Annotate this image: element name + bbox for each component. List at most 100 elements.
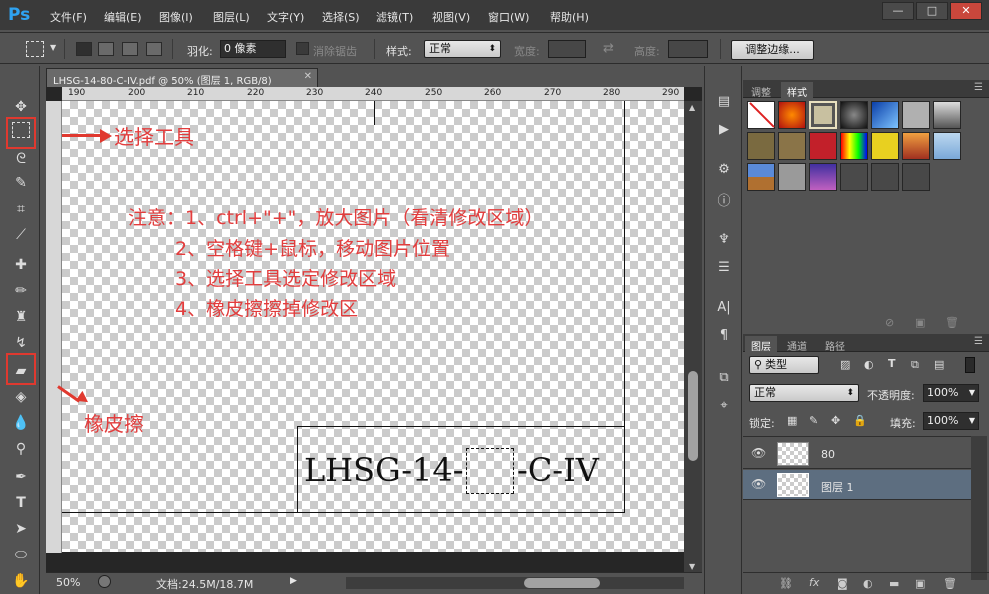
lock-transparency-icon[interactable]: ▦ [787,414,797,427]
menu-edit[interactable]: 编辑(E) [104,9,142,25]
blend-mode-select[interactable]: 正常 ⬍ [749,384,859,402]
style-swatch[interactable] [840,132,868,160]
style-swatch[interactable] [747,163,775,191]
properties-icon[interactable]: ⚙ [714,162,734,180]
close-icon[interactable]: ✕ [304,71,312,82]
filter-adjust-icon[interactable]: ◐ [864,358,874,371]
panel-menu-icon[interactable]: ☰ [974,336,983,347]
hand-tool-icon[interactable]: ✋ [10,570,32,592]
menu-select[interactable]: 选择(S) [322,9,360,25]
lasso-tool-icon[interactable]: ᘓ [10,148,32,170]
path-select-tool-icon[interactable]: ➤ [10,518,32,540]
scroll-down-icon[interactable]: ▼ [689,562,695,571]
filter-shape-icon[interactable]: ⧉ [911,358,919,372]
style-swatch[interactable] [809,101,837,129]
selection-marquee[interactable] [466,448,514,494]
opacity-input[interactable]: 100% ▼ [923,384,979,402]
style-swatch[interactable] [778,163,806,191]
tool-presets-icon[interactable]: ⌖ [714,398,734,416]
paragraph-icon[interactable]: ¶ [714,328,734,346]
style-swatch[interactable] [902,101,930,129]
marquee-preset-icon[interactable] [26,41,44,57]
horizontal-scrollbar[interactable] [346,577,684,589]
tab-adjustments[interactable]: 调整 [745,82,777,99]
fx-icon[interactable]: fx [809,576,819,589]
type-tool-icon[interactable]: T [10,492,32,514]
filter-smart-icon[interactable]: ▤ [934,358,944,371]
add-selection-icon[interactable] [98,42,114,56]
tab-styles[interactable]: 样式 [781,82,813,99]
style-swatch[interactable] [747,132,775,160]
new-layer-icon[interactable]: ▣ [915,577,925,590]
style-swatch[interactable] [871,132,899,160]
antialias-checkbox[interactable] [296,42,309,55]
restore-button[interactable]: □ [916,2,948,20]
style-swatch[interactable] [933,132,961,160]
layer-row[interactable]: 👁 80 [743,439,971,469]
lock-paint-icon[interactable]: ✎ [809,414,818,427]
lock-position-icon[interactable]: ✥ [831,414,840,427]
vertical-scroll-thumb[interactable] [688,371,698,461]
info-icon[interactable]: ⓘ [714,190,734,209]
panel-menu-icon[interactable]: ☰ [974,82,983,93]
style-swatch[interactable] [778,132,806,160]
character-icon[interactable]: A| [714,300,734,318]
brush-settings-icon[interactable]: ☰ [714,260,734,278]
brush-tool-icon[interactable]: ✏ [10,280,32,302]
ellipse-tool-icon[interactable]: ⬭ [10,544,32,566]
style-swatch[interactable] [933,101,961,129]
status-info-icon[interactable] [98,575,111,588]
subtract-selection-icon[interactable] [122,42,138,56]
clone-source-icon[interactable]: ⧉ [714,370,734,388]
style-swatch[interactable] [871,101,899,129]
lock-all-icon[interactable]: 🔒 [853,414,867,427]
link-layers-icon[interactable]: ⛓ [779,577,793,590]
menu-file[interactable]: 文件(F) [50,9,87,25]
dodge-tool-icon[interactable]: ⚲ [10,438,32,460]
chevron-down-icon[interactable]: ▼ [50,43,56,52]
eye-icon[interactable]: 👁 [751,477,766,491]
menu-view[interactable]: 视图(V) [432,9,470,25]
new-style-icon[interactable]: ▣ [915,316,925,329]
healing-brush-tool-icon[interactable]: ✚ [10,254,32,276]
scroll-up-icon[interactable]: ▲ [689,103,695,112]
style-swatch[interactable] [840,101,868,129]
width-input[interactable] [548,40,586,58]
zoom-level[interactable]: 50% [56,576,80,589]
clear-style-icon[interactable]: ⊘ [885,316,894,329]
eyedropper-tool-icon[interactable]: ⟋ [10,224,32,246]
filter-type-icon[interactable]: T [888,357,896,370]
style-select[interactable]: 正常 ⬍ [424,40,501,58]
horizontal-scroll-thumb[interactable] [524,578,600,588]
vertical-scrollbar[interactable]: ▲ ▼ [684,101,702,573]
crop-tool-icon[interactable]: ⌗ [10,198,32,220]
delete-layer-icon[interactable]: 🗑 [943,577,957,590]
add-mask-icon[interactable]: ◙ [837,577,848,590]
menu-filter[interactable]: 滤镜(T) [376,9,413,25]
history-icon[interactable]: ▤ [714,94,734,112]
style-swatch[interactable] [902,163,930,191]
adjustment-layer-icon[interactable]: ◐ [863,577,873,590]
image-canvas[interactable]: 注意：1、ctrl+"+"，放大图片（看清修改区域） 2、空格键+鼠标，移动图片… [62,101,684,552]
style-swatch[interactable] [840,163,868,191]
swap-icon[interactable]: ⇄ [603,41,614,56]
intersect-selection-icon[interactable] [146,42,162,56]
new-group-icon[interactable]: ▬ [889,577,899,590]
paint-bucket-tool-icon[interactable]: ◈ [10,386,32,408]
menu-help[interactable]: 帮助(H) [550,9,589,25]
play-icon[interactable]: ▶ [290,576,297,586]
menu-window[interactable]: 窗口(W) [488,9,529,25]
layers-scrollbar[interactable] [971,436,987,580]
filter-image-icon[interactable]: ▨ [840,358,850,371]
feather-input[interactable]: 0 像素 [220,40,286,58]
actions-play-icon[interactable]: ▶ [714,122,734,140]
new-selection-icon[interactable] [76,42,92,56]
style-swatch[interactable] [871,163,899,191]
tab-layers[interactable]: 图层 [745,336,777,353]
menu-type[interactable]: 文字(Y) [267,9,304,25]
pen-tool-icon[interactable]: ✒ [10,466,32,488]
layer-filter-select[interactable]: ⚲ 类型 [749,356,819,374]
document-tab[interactable]: LHSG-14-80-C-IV.pdf @ 50% (图层 1, RGB/8) … [46,68,318,87]
tab-channels[interactable]: 通道 [781,336,813,353]
style-swatch[interactable] [902,132,930,160]
